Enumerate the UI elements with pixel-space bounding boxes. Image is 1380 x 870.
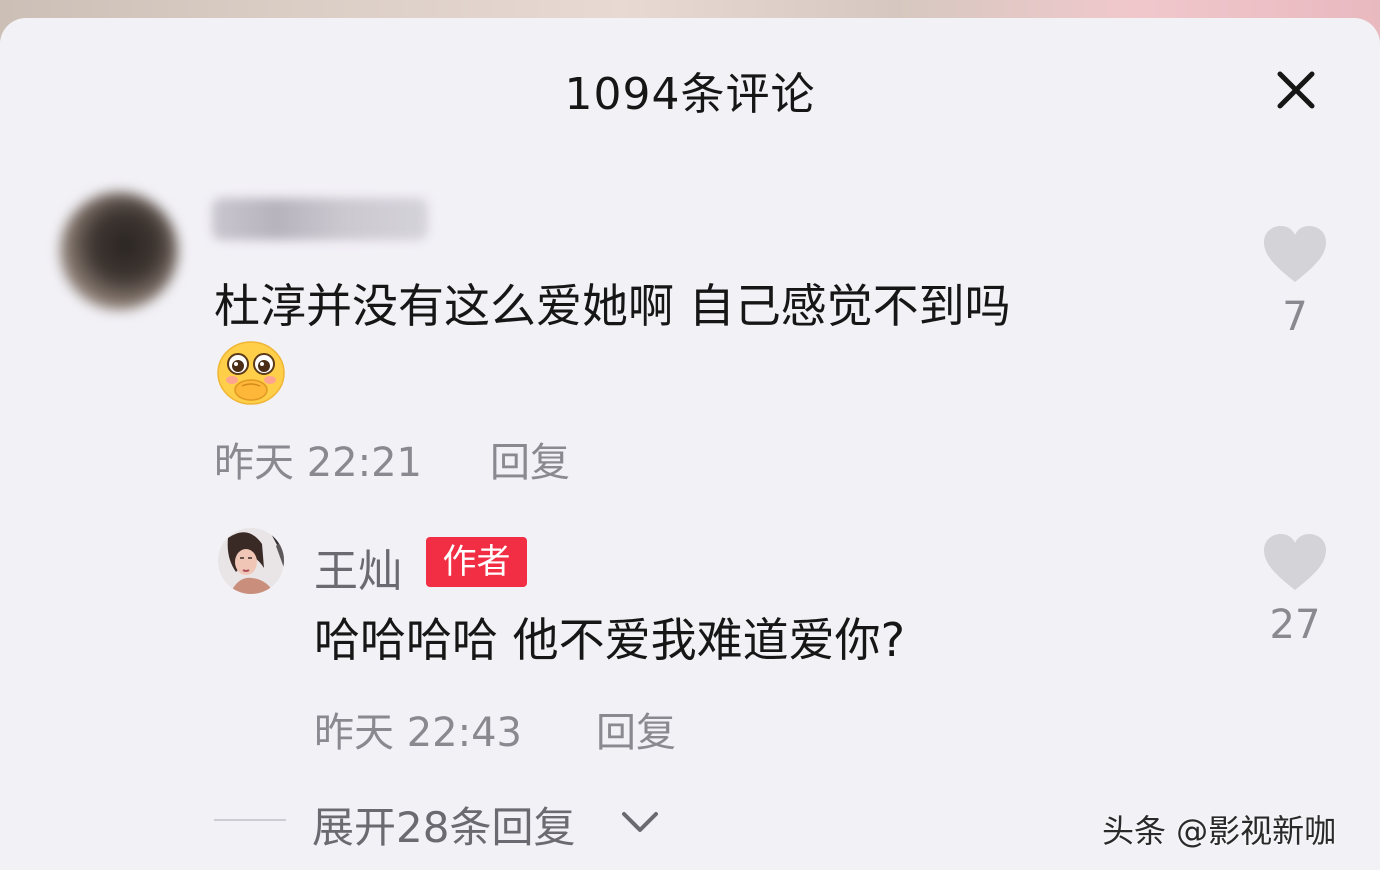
expand-replies-button[interactable]: 展开28条回复	[312, 794, 575, 855]
reply-reply-button[interactable]: 回复	[596, 700, 676, 758]
author-badge: 作者	[426, 537, 527, 587]
comment-text: 杜淳并没有这么爱她啊 自己感觉不到吗	[214, 279, 1011, 333]
chevron-down-icon[interactable]	[620, 806, 660, 836]
comment-time: 昨天 22:21	[214, 440, 422, 486]
author-avatar[interactable]	[218, 528, 284, 594]
watermark: 头条 @影视新咖	[1102, 812, 1337, 850]
commenter-name-blurred[interactable]	[212, 198, 428, 240]
pleading-face-emoji-icon	[217, 341, 285, 405]
comment-like-count: 7	[1282, 294, 1308, 340]
author-name[interactable]: 王灿	[314, 535, 402, 599]
reply-like-count: 27	[1269, 602, 1321, 648]
like-heart-icon[interactable]	[1262, 532, 1328, 592]
like-heart-icon[interactable]	[1262, 224, 1328, 284]
reply-text: 哈哈哈哈 他不爱我难道爱你?	[314, 613, 906, 667]
close-icon[interactable]	[1270, 64, 1322, 116]
comments-sheet	[0, 18, 1380, 870]
reply-time: 昨天 22:43	[314, 710, 522, 756]
expand-divider	[214, 819, 286, 821]
comments-title: 1094条评论	[564, 69, 816, 120]
comment-reply-button[interactable]: 回复	[490, 430, 570, 488]
commenter-avatar[interactable]	[60, 192, 178, 310]
